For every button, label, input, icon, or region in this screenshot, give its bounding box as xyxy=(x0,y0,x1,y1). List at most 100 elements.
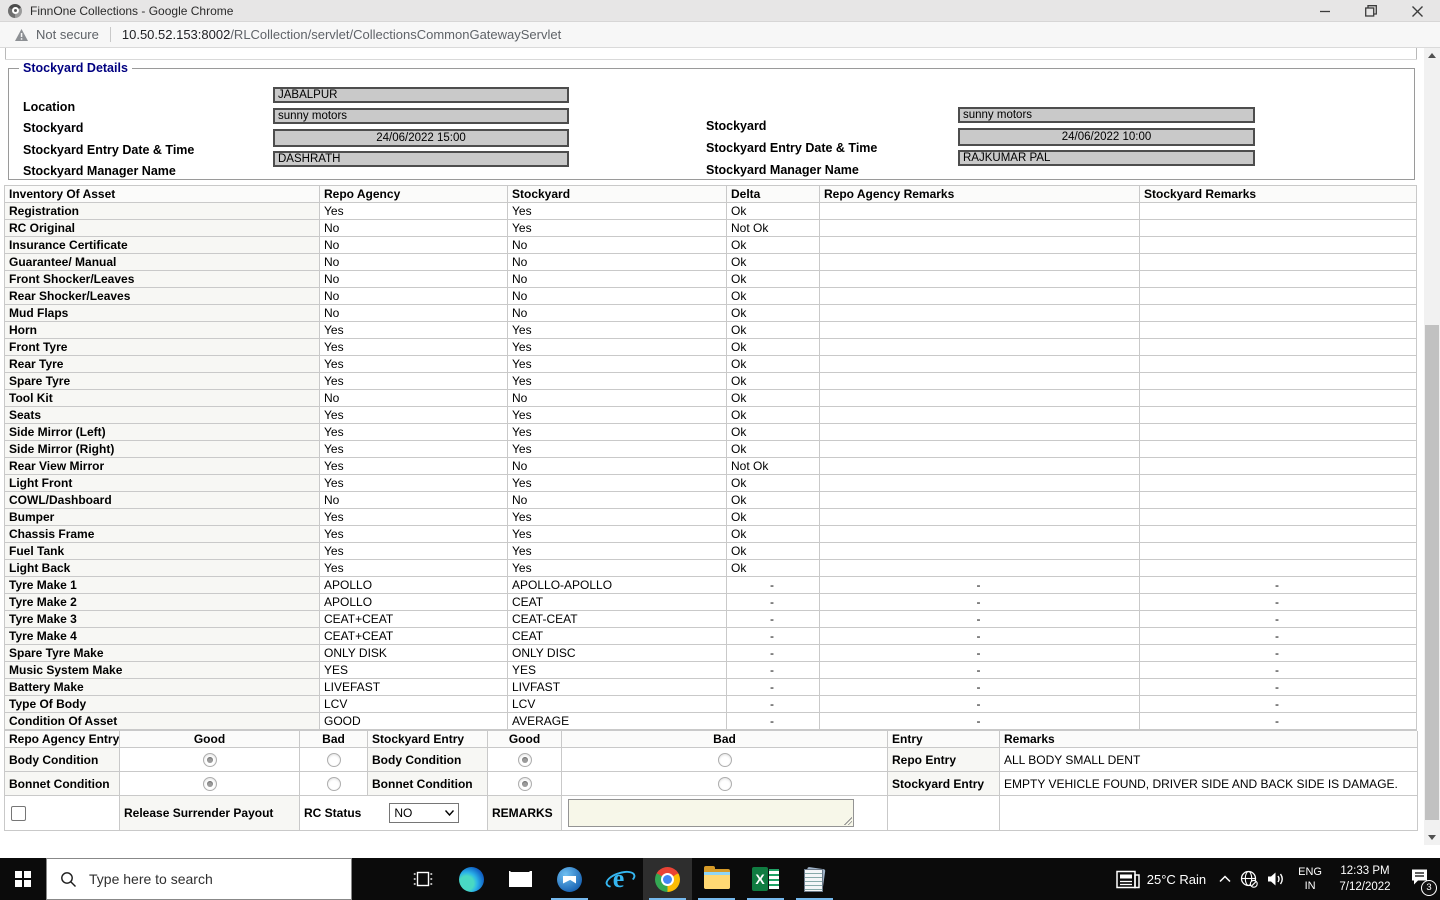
repo-bonnet-bad-radio[interactable] xyxy=(327,777,341,791)
row-value: - xyxy=(1140,713,1417,730)
taskbar-edge[interactable] xyxy=(447,858,496,900)
chrome-favicon-icon xyxy=(8,4,22,18)
taskbar-search[interactable] xyxy=(46,858,352,900)
row-value: - xyxy=(820,628,1140,645)
col-header: Stockyard Entry xyxy=(368,731,488,748)
volume-button[interactable] xyxy=(1267,871,1286,887)
minimize-button[interactable] xyxy=(1302,0,1348,22)
restore-button[interactable] xyxy=(1348,0,1394,22)
row-value: Ok xyxy=(727,339,820,356)
close-button[interactable] xyxy=(1394,0,1440,22)
row-value: - xyxy=(727,628,820,645)
language-indicator[interactable]: ENG IN xyxy=(1298,865,1322,894)
col-header: Bad xyxy=(300,731,368,748)
row-value xyxy=(1140,237,1417,254)
weather-widget[interactable]: 25°C Rain xyxy=(1116,870,1206,889)
stockyard-body-good-radio[interactable] xyxy=(518,753,532,767)
row-value: Yes xyxy=(508,203,727,220)
not-secure-chip[interactable]: Not secure xyxy=(14,27,99,42)
repo-bonnet-good-radio[interactable] xyxy=(203,777,217,791)
release-checkbox[interactable] xyxy=(11,806,26,821)
row-label: Tyre Make 2 xyxy=(5,594,320,611)
location-field[interactable]: JABALPUR xyxy=(273,87,569,103)
row-value xyxy=(1140,458,1417,475)
row-value: Ok xyxy=(727,407,820,424)
rc-status-select[interactable]: NO xyxy=(389,803,459,823)
row-value: Yes xyxy=(508,509,727,526)
stockyard-field-right[interactable]: sunny motors xyxy=(958,107,1255,123)
remarks-textarea[interactable] xyxy=(568,799,854,827)
entry-datetime-field-right[interactable]: 24/06/2022 10:00 xyxy=(958,128,1255,146)
taskbar-internet-explorer[interactable]: e xyxy=(594,858,643,900)
row-value: YES xyxy=(320,662,508,679)
row-value: - xyxy=(1140,696,1417,713)
table-row: Light BackYesYesOk xyxy=(5,560,1417,577)
row-label: Light Back xyxy=(5,560,320,577)
table-row: Spare TyreYesYesOk xyxy=(5,373,1417,390)
taskbar-thunderbird[interactable] xyxy=(545,858,594,900)
entry-datetime-field-left[interactable]: 24/06/2022 15:00 xyxy=(273,129,569,147)
manager-name-field-left[interactable]: DASHRATH xyxy=(273,151,569,167)
network-button[interactable] xyxy=(1240,870,1258,888)
row-value xyxy=(1140,526,1417,543)
manager-name-label-right: Stockyard Manager Name xyxy=(706,163,859,177)
row-value xyxy=(820,305,1140,322)
rc-status-value: NO xyxy=(394,806,412,820)
warning-icon xyxy=(14,28,29,42)
table-row: BumperYesYesOk xyxy=(5,509,1417,526)
show-hidden-icons-button[interactable] xyxy=(1219,875,1231,883)
security-label: Not secure xyxy=(36,27,99,42)
row-value: Yes xyxy=(320,509,508,526)
taskbar-excel[interactable]: X xyxy=(741,858,790,900)
row-value xyxy=(1140,203,1417,220)
stockyard-field-left[interactable]: sunny motors xyxy=(273,108,569,124)
stockyard-details-fieldset: Stockyard Details Location JABALPUR Stoc… xyxy=(8,68,1415,180)
taskbar-mail[interactable] xyxy=(496,858,545,900)
stockyard-label-right: Stockyard xyxy=(706,119,766,133)
taskbar-chrome[interactable] xyxy=(643,858,692,900)
manager-name-field-right[interactable]: RAJKUMAR PAL xyxy=(958,150,1255,166)
row-value: Yes xyxy=(320,407,508,424)
notification-center-button[interactable]: 3 xyxy=(1410,868,1430,891)
row-value xyxy=(1140,424,1417,441)
repo-body-good-radio[interactable] xyxy=(203,753,217,767)
row-value: - xyxy=(820,679,1140,696)
start-button[interactable] xyxy=(0,858,46,900)
row-value: Yes xyxy=(508,220,727,237)
date: 7/12/2022 xyxy=(1334,879,1396,895)
stockyard-bonnet-good-radio[interactable] xyxy=(518,777,532,791)
row-value: Yes xyxy=(508,543,727,560)
row-label: Bonnet Condition xyxy=(5,772,120,796)
row-label: Tool Kit xyxy=(5,390,320,407)
scroll-down-arrow[interactable] xyxy=(1424,830,1440,845)
entry-type-label: Stockyard Entry xyxy=(888,772,1000,796)
row-value: Yes xyxy=(508,339,727,356)
scroll-up-arrow[interactable] xyxy=(1424,48,1440,63)
row-value xyxy=(1140,220,1417,237)
table-row: Condition Of AssetGOODAVERAGE--- xyxy=(5,713,1417,730)
row-value: Ok xyxy=(727,237,820,254)
entry-datetime-label-right: Stockyard Entry Date & Time xyxy=(706,141,877,155)
row-value: APOLLO-APOLLO xyxy=(508,577,727,594)
stockyard-bonnet-bad-radio[interactable] xyxy=(718,777,732,791)
task-view-button[interactable] xyxy=(398,858,447,900)
condition-table-header: Repo Agency Entry Good Bad Stockyard Ent… xyxy=(5,731,1417,748)
stockyard-body-bad-radio[interactable] xyxy=(718,753,732,767)
taskbar-notepad[interactable] xyxy=(790,858,839,900)
scrollbar-thumb[interactable] xyxy=(1425,325,1439,820)
location-label: Location xyxy=(23,100,75,114)
row-value xyxy=(1140,271,1417,288)
row-value: - xyxy=(1140,662,1417,679)
row-label: Type Of Body xyxy=(5,696,320,713)
divider xyxy=(1416,48,1417,59)
taskbar-file-explorer[interactable] xyxy=(692,858,741,900)
clock[interactable]: 12:33 PM 7/12/2022 xyxy=(1334,863,1396,895)
row-value xyxy=(820,271,1140,288)
row-value: - xyxy=(820,645,1140,662)
vertical-scrollbar[interactable] xyxy=(1424,48,1440,845)
row-value: Yes xyxy=(508,560,727,577)
repo-body-bad-radio[interactable] xyxy=(327,753,341,767)
search-input[interactable] xyxy=(87,870,321,888)
row-value: - xyxy=(727,594,820,611)
table-row: Type Of BodyLCVLCV--- xyxy=(5,696,1417,713)
